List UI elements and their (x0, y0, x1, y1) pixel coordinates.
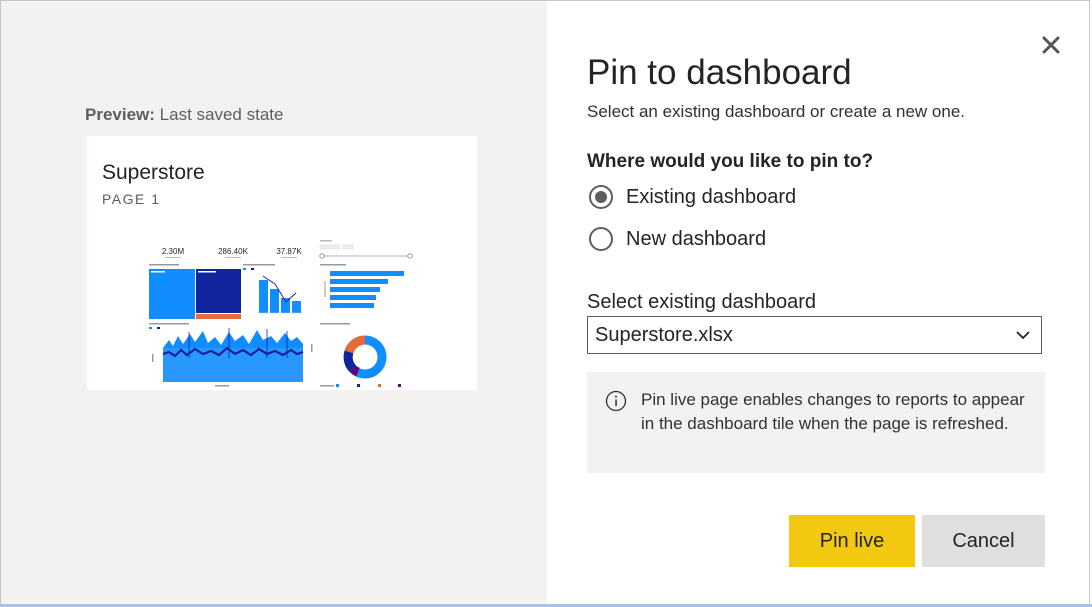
pin-location-question: Where would you like to pin to? (587, 151, 874, 172)
existing-dashboard-label: Existing dashboard (626, 185, 797, 208)
select-dashboard-label: Select existing dashboard (587, 291, 817, 313)
chevron-down-icon (1016, 331, 1030, 340)
preview-card-title: Superstore (102, 161, 205, 184)
preview-pane: Preview: Last saved state Superstore PAG… (1, 1, 547, 604)
close-button[interactable] (1037, 31, 1065, 59)
dialog-subtitle: Select an existing dashboard or create a… (587, 102, 966, 121)
preview-label-bold: Preview: (85, 105, 155, 124)
dashboard-select-value: Superstore.xlsx (595, 323, 733, 346)
donut-chart (343, 335, 387, 379)
new-dashboard-radio[interactable] (589, 227, 613, 251)
new-dashboard-option[interactable]: New dashboard (589, 227, 766, 251)
info-message-text: Pin live page enables changes to reports… (641, 390, 1025, 433)
pin-live-button[interactable]: Pin live (789, 515, 915, 567)
close-icon (1042, 36, 1060, 54)
preview-card: Superstore PAGE 1 2.30M 286.40K 37.87K (87, 136, 477, 390)
cancel-button[interactable]: Cancel (922, 515, 1045, 567)
new-dashboard-label: New dashboard (626, 227, 767, 250)
radio-selected-dot (595, 191, 607, 203)
preview-label-text: Last saved state (154, 105, 284, 124)
preview-card-subtitle: PAGE 1 (102, 191, 161, 207)
info-message: Pin live page enables changes to reports… (587, 372, 1045, 473)
time-series-bars (162, 328, 304, 382)
pin-to-dashboard-dialog: Preview: Last saved state Superstore PAG… (0, 0, 1090, 605)
kpi-3: 37.87K (276, 247, 302, 256)
preview-label: Preview: Last saved state (85, 105, 283, 125)
info-icon (605, 390, 627, 412)
dashboard-select[interactable]: Superstore.xlsx (587, 316, 1042, 354)
existing-dashboard-option[interactable]: Existing dashboard (589, 185, 796, 209)
kpi-1: 2.30M (162, 247, 185, 256)
report-thumbnail: 2.30M 286.40K 37.87K (149, 240, 413, 387)
existing-dashboard-radio[interactable] (589, 185, 613, 209)
kpi-2: 286.40K (218, 247, 248, 256)
dialog-title: Pin to dashboard (587, 53, 852, 92)
